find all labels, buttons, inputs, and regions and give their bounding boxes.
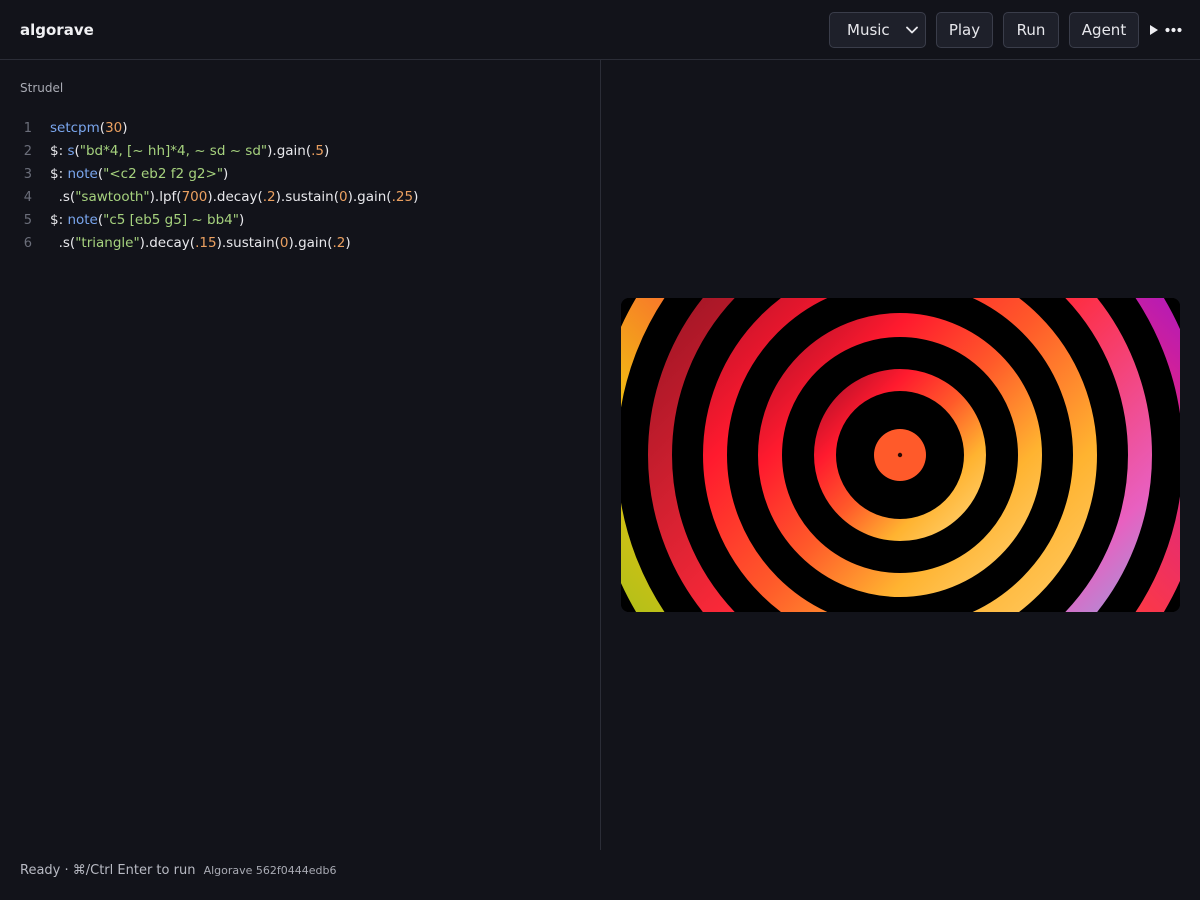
editor-label: Strudel — [20, 81, 64, 95]
agent-button[interactable]: Agent — [1069, 12, 1139, 48]
concentric-rings-visualization — [621, 298, 1180, 612]
line-number: 2 — [23, 144, 32, 159]
code-line[interactable]: 1 setcpm(30) — [0, 117, 600, 140]
top-bar: algorave Music Play Run Agent — [0, 0, 1200, 60]
line-number: 6 — [23, 236, 32, 251]
mode-select[interactable]: Music — [829, 12, 926, 48]
code-editor-panel: Strudel 1 setcpm(30) 2 $: s("bd*4, [~ hh]*4… — [0, 60, 601, 850]
toolbar: Music Play Run Agent — [829, 12, 1182, 48]
code-text: .s("sawtooth").lpf(700).decay(.2).sustai… — [50, 189, 419, 205]
code-text: $: note("<c2 eb2 f2 g2>") — [50, 166, 229, 182]
status-text: Ready · ⌘/Ctrl Enter to run — [20, 863, 196, 878]
code-text: .s("triangle").decay(.15).sustain(0).gai… — [50, 235, 351, 251]
code-line[interactable]: 3 $: note("<c2 eb2 f2 g2>") — [0, 163, 600, 186]
play-button[interactable]: Play — [936, 12, 993, 48]
code-line[interactable]: 4 .s("sawtooth").lpf(700).decay(.2).sust… — [0, 186, 600, 209]
code-text: $: s("bd*4, [~ hh]*4, ~ sd ~ sd").gain(.… — [50, 143, 330, 159]
mode-select-value: Music — [847, 21, 890, 39]
code-line[interactable]: 5 $: note("c5 [eb5 g5] ~ bb4") — [0, 209, 600, 232]
code-text: $: note("c5 [eb5 g5] ~ bb4") — [50, 212, 245, 228]
code-editor[interactable]: 1 setcpm(30) 2 $: s("bd*4, [~ hh]*4, ~ sd ~… — [0, 117, 600, 255]
visualizer-canvas — [621, 298, 1180, 612]
play-icon[interactable] — [1149, 12, 1159, 48]
status-bar: Ready · ⌘/Ctrl Enter to run Algorave 562… — [20, 862, 337, 880]
line-number: 5 — [23, 213, 32, 228]
run-button[interactable]: Run — [1003, 12, 1059, 48]
more-icon[interactable] — [1165, 12, 1182, 48]
line-number: 3 — [23, 167, 32, 182]
version-label: Algorave 562f0444edb6 — [203, 864, 337, 877]
preview-panel — [601, 60, 1200, 850]
app-title: algorave — [20, 21, 94, 39]
code-line[interactable]: 2 $: s("bd*4, [~ hh]*4, ~ sd ~ sd").gain(… — [0, 140, 600, 163]
line-number: 1 — [23, 121, 32, 136]
chevron-down-icon — [905, 13, 919, 47]
line-number: 4 — [23, 190, 32, 205]
code-line[interactable]: 6 .s("triangle").decay(.15).sustain(0).g… — [0, 232, 600, 255]
code-text: setcpm(30) — [50, 120, 128, 136]
